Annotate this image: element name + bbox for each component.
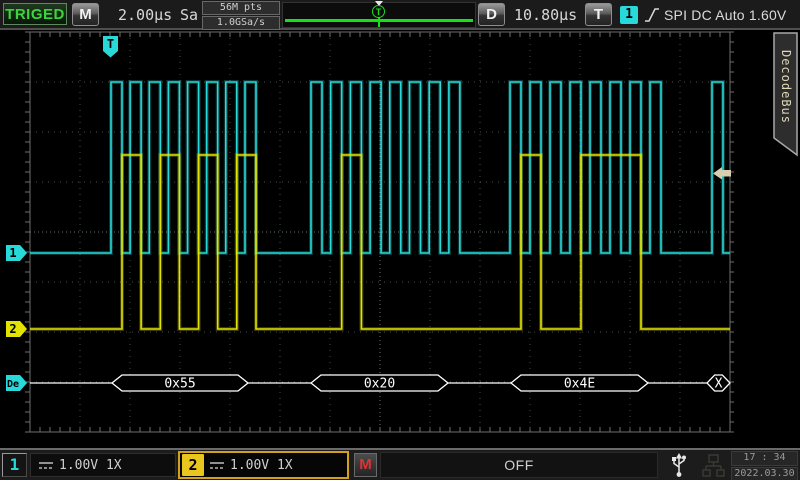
trigger-status-badge: TRIGED bbox=[3, 3, 67, 25]
ch1-badge[interactable]: 1 bbox=[2, 453, 27, 477]
ch1-settings-panel[interactable]: 1.00V 1X bbox=[30, 453, 176, 477]
memory-window-bar: T bbox=[282, 2, 476, 28]
waveforms bbox=[30, 82, 730, 329]
decode-frame-value: 0x20 bbox=[364, 377, 395, 392]
acquisition-readout: 56M pts 1.0GSa/s bbox=[202, 1, 280, 31]
usb-indicator bbox=[661, 451, 696, 480]
decode-bus: 0x55 0x20 0x4E X bbox=[30, 375, 730, 392]
rising-edge-icon bbox=[644, 6, 661, 29]
decodebus-tab[interactable]: DecodeBus bbox=[774, 33, 797, 155]
trigger-menu-button[interactable]: T bbox=[585, 3, 612, 26]
menu-button-horizontal[interactable]: M bbox=[72, 3, 99, 26]
time-readout: 17 : 34 bbox=[731, 451, 798, 466]
timebase-readout: 2.00µs bbox=[118, 6, 172, 24]
svg-text:T: T bbox=[107, 37, 114, 51]
trigger-info-readout: SPI DC Auto 1.60V bbox=[664, 7, 786, 23]
lan-indicator bbox=[697, 451, 730, 480]
delay-button[interactable]: D bbox=[478, 3, 505, 26]
decodebus-tab-label: DecodeBus bbox=[779, 50, 793, 124]
bottom-status-bar: 1 1.00V 1X 2 1.00V 1X M OFF bbox=[0, 448, 800, 480]
decode-frame-value: 0x55 bbox=[164, 377, 195, 392]
ch1-level-marker[interactable]: 1 bbox=[6, 245, 27, 261]
oscilloscope-ui: TRIGED M 2.00µs Sa 56M pts 1.0GSa/s T D … bbox=[0, 0, 800, 480]
ch2-scale-readout: 1.00V 1X bbox=[230, 458, 293, 473]
ch2-level-marker[interactable]: 2 bbox=[6, 321, 27, 337]
dc-coupling-icon bbox=[209, 460, 225, 471]
date-readout: 2022.03.30 bbox=[731, 467, 798, 480]
ch1-scale-readout: 1.00V 1X bbox=[59, 458, 122, 473]
trigger-position-marker[interactable]: T bbox=[372, 5, 385, 18]
math-status-panel[interactable]: OFF bbox=[380, 452, 658, 478]
waveform-display: 0x55 0x20 0x4E X 1 2 De T DecodeBus bbox=[0, 30, 800, 448]
decode-bus-marker[interactable]: De bbox=[6, 375, 27, 391]
trigger-position-flag[interactable]: T bbox=[103, 36, 118, 58]
sample-rate: 1.0GSa/s bbox=[202, 16, 280, 30]
decode-frame-value: X bbox=[715, 377, 723, 392]
memory-depth: 56M pts bbox=[202, 1, 280, 15]
system-clock: 17 : 34 2022.03.30 bbox=[731, 451, 798, 480]
usb-icon bbox=[669, 452, 689, 479]
lan-icon bbox=[702, 453, 725, 479]
waveform-canvas: 0x55 0x20 0x4E X 1 2 De T DecodeBus bbox=[0, 30, 800, 448]
top-status-bar: TRIGED M 2.00µs Sa 56M pts 1.0GSa/s T D … bbox=[0, 0, 800, 30]
svg-text:1: 1 bbox=[9, 246, 16, 260]
ch2-badge[interactable]: 2 bbox=[182, 454, 204, 476]
trigger-level-arrow[interactable] bbox=[713, 167, 731, 180]
sample-label: Sa bbox=[180, 6, 198, 24]
svg-text:2: 2 bbox=[9, 322, 16, 336]
horizontal-delay-readout: 10.80µs bbox=[514, 6, 577, 24]
dc-coupling-icon bbox=[38, 460, 54, 471]
svg-text:De: De bbox=[7, 379, 19, 390]
math-badge[interactable]: M bbox=[354, 453, 377, 477]
ch1-waveform-glow bbox=[30, 82, 730, 253]
ch2-settings-panel[interactable]: 2 1.00V 1X bbox=[178, 451, 349, 479]
trigger-source-badge: 1 bbox=[620, 6, 638, 24]
decode-frame-value: 0x4E bbox=[564, 377, 595, 392]
